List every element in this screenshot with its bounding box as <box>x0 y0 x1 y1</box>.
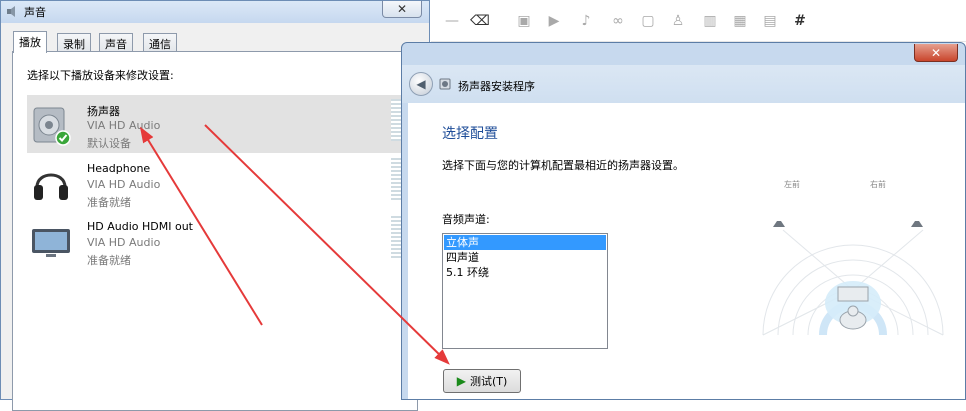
video-icon[interactable]: ▶ <box>545 12 563 30</box>
channel-label: 音频声道: <box>442 213 490 226</box>
tab-recording[interactable]: 录制 <box>57 33 91 52</box>
device-item-speaker[interactable]: 扬声器 VIA HD Audio 默认设备 <box>27 95 405 153</box>
close-button[interactable]: ✕ <box>382 1 422 18</box>
eraser-icon[interactable]: ⌫ <box>470 12 490 30</box>
window-title: 声音 <box>24 6 46 19</box>
tab-sounds[interactable]: 声音 <box>99 33 133 52</box>
device-name: HD Audio HDMI out <box>87 220 193 233</box>
setup-content: 选择配置 选择下面与您的计算机配置最相近的扬声器设置。 音频声道: 立体声 四声… <box>408 103 965 399</box>
music-icon[interactable]: ♪ <box>577 12 595 30</box>
device-driver: VIA HD Audio <box>87 236 161 249</box>
speaker-label-left: 左前 <box>784 180 800 189</box>
test-button[interactable]: ▶ 测试(T) <box>443 369 521 393</box>
test-button-label: 测试(T) <box>469 375 508 388</box>
speaker-label-right: 右前 <box>870 180 886 189</box>
option-quad[interactable]: 四声道 <box>444 250 606 265</box>
monitor-icon <box>32 229 70 257</box>
back-button[interactable]: ◀ <box>409 72 433 96</box>
hash-icon[interactable]: # <box>791 12 809 30</box>
chart-icon[interactable]: ▥ <box>701 12 719 30</box>
device-item-headphone[interactable]: Headphone VIA HD Audio 准备就绪 <box>27 154 405 212</box>
speaker-icon <box>7 6 15 17</box>
option-stereo[interactable]: 立体声 <box>444 235 606 250</box>
speaker-diagram <box>762 221 944 336</box>
setup-header: ◀ 扬声器安装程序 <box>402 65 965 103</box>
play-icon: ▶ <box>456 374 466 388</box>
device-driver: VIA HD Audio <box>87 119 161 132</box>
user-icon[interactable]: ♙ <box>669 12 687 30</box>
device-item-hdmi[interactable]: HD Audio HDMI out VIA HD Audio 准备就绪 <box>27 212 405 270</box>
sound-titlebar: 声音 ✕ <box>1 1 429 23</box>
device-status: 默认设备 <box>87 137 131 150</box>
frame-icon[interactable]: ▤ <box>761 12 779 30</box>
panel-instruction: 选择以下播放设备来修改设置: <box>27 69 174 82</box>
device-status: 准备就绪 <box>87 196 131 209</box>
page-title: 选择配置 <box>442 126 498 142</box>
minus-icon[interactable]: — <box>443 12 461 30</box>
device-status: 准备就绪 <box>87 254 131 267</box>
channel-listbox[interactable]: 立体声 四声道 5.1 环绕 <box>442 233 608 349</box>
close-button[interactable]: ✕ <box>914 44 958 62</box>
device-name: 扬声器 <box>87 105 120 118</box>
device-name: Headphone <box>87 162 151 175</box>
file-icon[interactable]: ▢ <box>639 12 657 30</box>
tab-playback[interactable]: 播放 <box>13 31 47 53</box>
speaker-setup-window: ✕ ◀ 扬声器安装程序 选择配置 选择下面与您的计算机配置最相近的扬声器设置。 … <box>401 42 966 400</box>
sound-dialog: 声音 ✕ 播放 录制 声音 通信 选择以下播放设备来修改设置: 扬声器 VIA … <box>0 0 430 411</box>
table-icon[interactable]: ▦ <box>731 12 749 30</box>
speaker-icon <box>33 107 71 146</box>
page-description: 选择下面与您的计算机配置最相近的扬声器设置。 <box>442 159 684 172</box>
editor-toolbar: — ⌫ ▣ ▶ ♪ ∞ ▢ ♙ ▥ ▦ ▤ # <box>431 0 966 42</box>
image-icon[interactable]: ▣ <box>515 12 533 30</box>
link-icon[interactable]: ∞ <box>609 12 627 30</box>
speaker-icon <box>439 78 451 90</box>
device-driver: VIA HD Audio <box>87 178 161 191</box>
tab-communications[interactable]: 通信 <box>143 33 177 52</box>
window-title: 扬声器安装程序 <box>458 80 535 93</box>
playback-panel: 选择以下播放设备来修改设置: 扬声器 VIA HD Audio 默认设备 Hea… <box>12 51 418 411</box>
option-surround-51[interactable]: 5.1 环绕 <box>444 265 606 280</box>
device-list[interactable]: 扬声器 VIA HD Audio 默认设备 Headphone VIA HD A… <box>27 92 405 292</box>
headphone-icon <box>34 173 68 200</box>
